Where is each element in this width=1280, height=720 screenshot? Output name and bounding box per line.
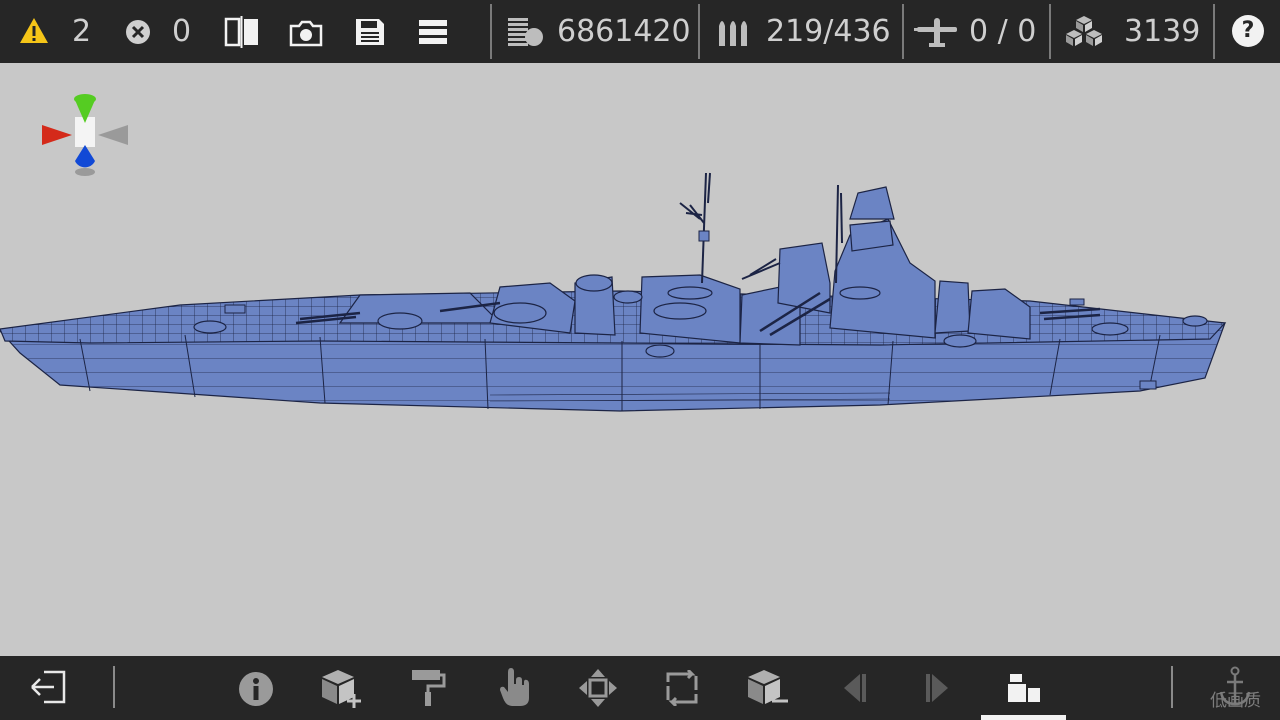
toolbar-divider [1171, 666, 1173, 708]
bottom-toolbar [0, 656, 1280, 720]
save-icon[interactable] [354, 17, 386, 47]
superstructure [338, 186, 1031, 346]
toolbar-divider [1213, 4, 1215, 59]
redo-icon[interactable] [924, 672, 952, 704]
3d-viewport[interactable] [0, 63, 1280, 656]
toolbar-divider [113, 666, 115, 708]
quality-label[interactable]: 低画质 [1210, 686, 1261, 711]
axis-neg-x-arrow[interactable] [98, 125, 128, 145]
warning-icon[interactable] [18, 16, 50, 46]
toolbar-divider [698, 4, 700, 59]
menu-icon[interactable] [418, 18, 448, 46]
ammo-value: 219/436 [766, 14, 891, 49]
undo-icon[interactable] [840, 672, 868, 704]
info-button[interactable] [239, 672, 273, 706]
ship-model[interactable] [0, 163, 1240, 423]
mirror-icon[interactable] [224, 16, 260, 48]
weight-icon [508, 18, 543, 46]
warnings-count[interactable]: 2 [72, 0, 91, 63]
axis-x-arrow[interactable] [42, 125, 72, 145]
toolbar-divider [1049, 4, 1051, 59]
paint-roller-icon[interactable] [408, 668, 448, 708]
aircraft-icon [914, 18, 957, 47]
toolbar-divider [902, 4, 904, 59]
parts-icon [1066, 16, 1102, 46]
select-hand-icon[interactable] [498, 666, 532, 708]
remove-part-icon[interactable] [746, 668, 790, 708]
rotate-icon[interactable] [664, 670, 700, 706]
add-part-icon[interactable] [320, 668, 364, 708]
parts-value: 3139 [1124, 14, 1201, 49]
ammo-icon [719, 21, 747, 46]
errors-count[interactable]: 0 [172, 0, 191, 63]
move-icon[interactable] [578, 668, 618, 708]
aircraft-value: 0 / 0 [969, 14, 1037, 49]
top-toolbar: 2 0 6861420 219/436 0 / 0 3139 ? [0, 0, 1280, 63]
exit-icon[interactable] [28, 670, 68, 704]
weight-value: 6861420 [557, 14, 691, 49]
error-icon[interactable] [124, 18, 152, 46]
help-icon: ? [1241, 18, 1255, 43]
view-toggle-icon[interactable] [1006, 670, 1042, 706]
toolbar-divider [490, 4, 492, 59]
camera-icon[interactable] [288, 18, 324, 48]
info-icon [253, 678, 259, 700]
active-tab-indicator [981, 715, 1066, 720]
help-button[interactable]: ? [1232, 15, 1264, 47]
